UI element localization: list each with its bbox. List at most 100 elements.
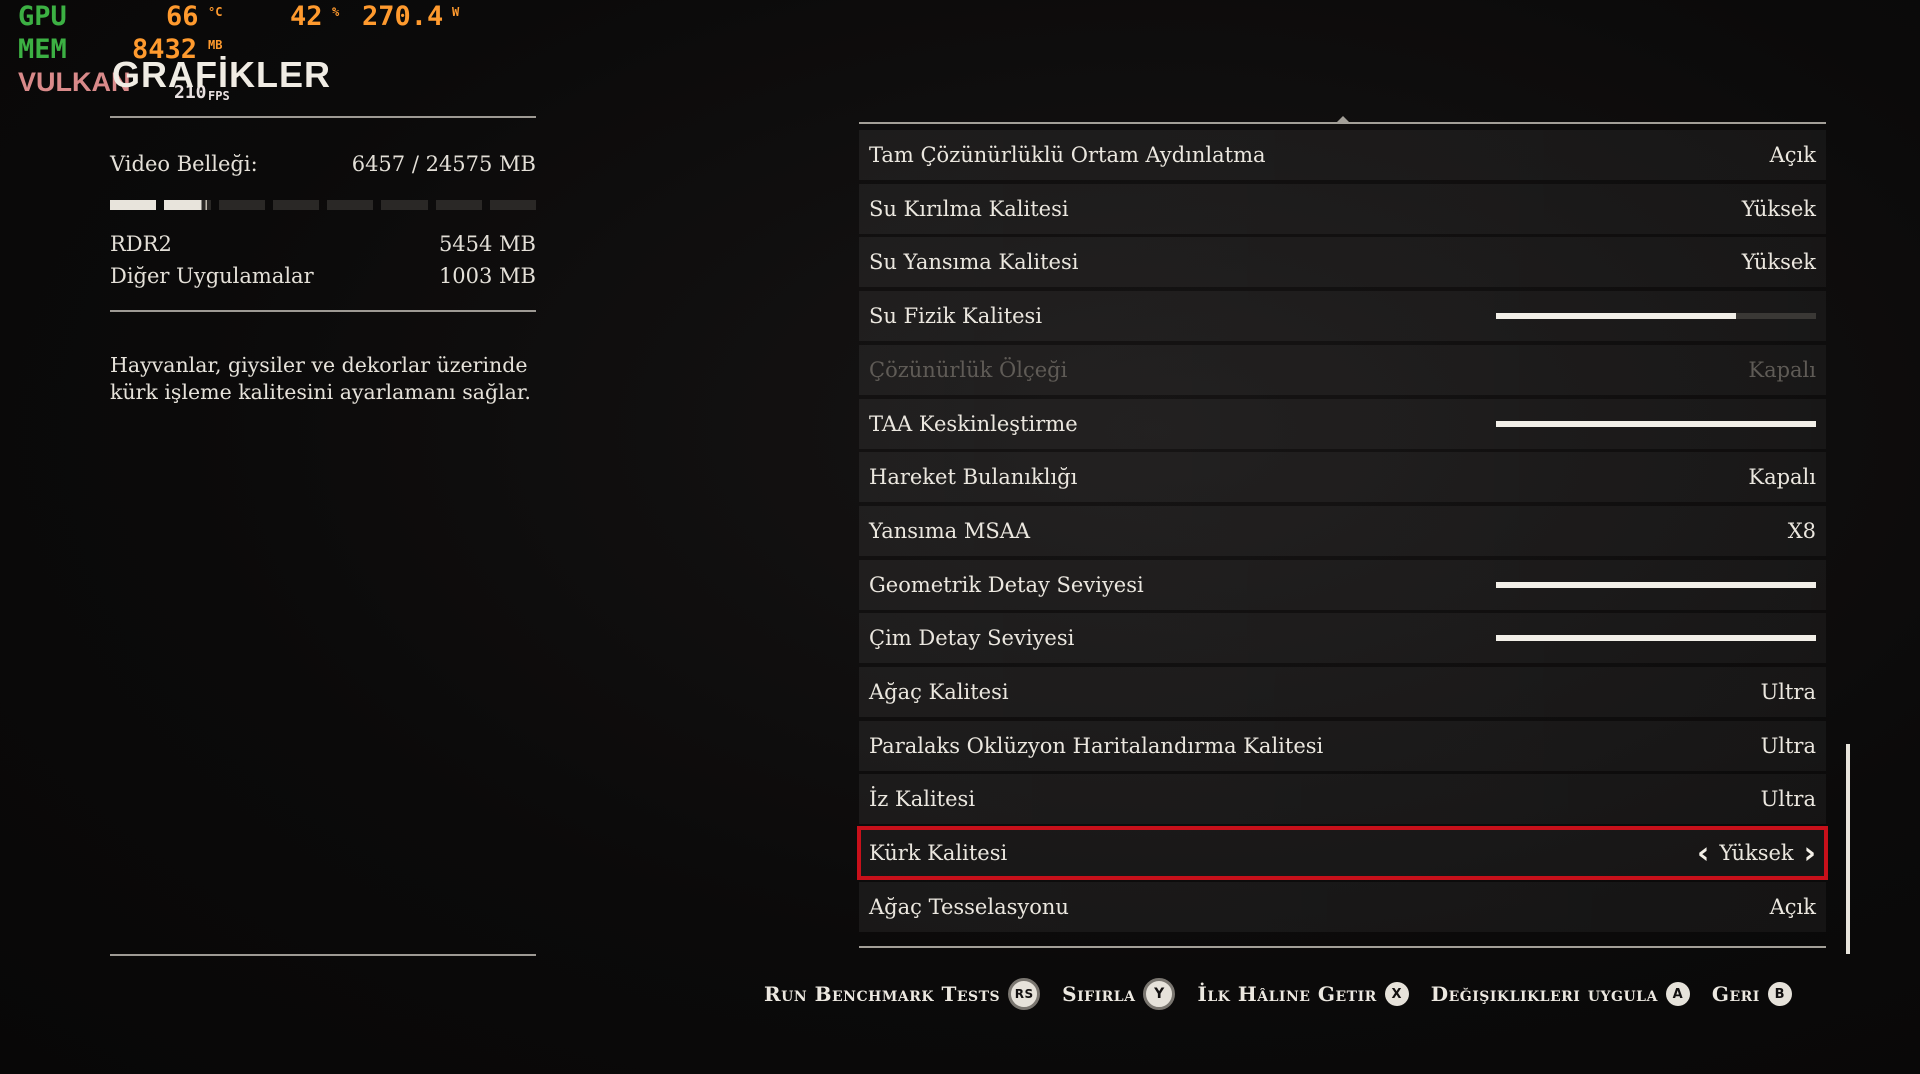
chevron-right-icon[interactable]: › xyxy=(1804,836,1816,871)
setting-label: Su Kırılma Kalitesi xyxy=(869,196,1069,221)
settings-row: Çözünürlük Ölçeği Kapalı xyxy=(859,344,1826,395)
setting-slider[interactable] xyxy=(1496,420,1816,427)
setting-label: Su Yansıma Kalitesi xyxy=(869,250,1079,275)
setting-label: TAA Keskinleştirme xyxy=(869,411,1078,436)
overlay-gpu-load-unit: % xyxy=(332,5,340,19)
setting-label: Çözünürlük Ölçeği xyxy=(869,357,1068,382)
setting-label: Tam Çözünürlüklü Ortam Aydınlatma xyxy=(869,143,1266,167)
divider xyxy=(110,116,536,118)
setting-label: Su Fizik Kalitesi xyxy=(869,304,1043,329)
settings-row[interactable]: Su Fizik Kalitesi xyxy=(859,291,1826,342)
overlay-gpu-power: 270.4 xyxy=(362,1,444,32)
slider-fill xyxy=(1496,313,1736,320)
setting-value: Kapalı xyxy=(1748,357,1816,382)
setting-value: Ultra xyxy=(1760,787,1816,812)
setting-value: Yüksek xyxy=(1741,250,1816,275)
settings-row[interactable]: Kürk Kalitesi ‹ Yüksek › xyxy=(857,826,1828,881)
setting-value: Kapalı xyxy=(1748,465,1816,490)
setting-value: Ultra xyxy=(1760,733,1816,758)
app-memory-row: Diğer Uygulamalar 1003 MB xyxy=(110,260,536,292)
back-label: Geri xyxy=(1711,982,1760,1006)
vram-row: Video Belleği: 6457 / 24575 MB xyxy=(110,152,536,176)
vram-bar-segment xyxy=(489,200,536,210)
divider xyxy=(110,310,536,312)
setting-value: Ultra xyxy=(1760,680,1816,704)
scrollbar[interactable] xyxy=(1846,744,1850,954)
chevron-left-icon[interactable]: ‹ xyxy=(1697,836,1709,871)
restore-label: İlk Hâline Getir xyxy=(1197,982,1377,1006)
vram-bar-segment xyxy=(110,200,157,210)
back-button[interactable]: Geri B xyxy=(1712,982,1792,1006)
run-benchmark-button[interactable]: Run Benchmark Tests RS xyxy=(764,978,1041,1010)
settings-row[interactable]: Yansıma MSAA X8 xyxy=(859,505,1826,556)
app-name: RDR2 xyxy=(110,232,172,256)
settings-row[interactable]: İz Kalitesi Ultra xyxy=(859,774,1826,825)
overlay-gpu-temp: 66 xyxy=(166,1,199,32)
app-memory-list: RDR2 5454 MB Diğer Uygulamalar 1003 MB xyxy=(110,228,536,292)
vram-label: Video Belleği: xyxy=(110,152,258,176)
setting-value: Yüksek xyxy=(1719,841,1794,866)
settings-row[interactable]: Ağaç Tesselasyonu Açık xyxy=(859,881,1826,932)
setting-label: Ağaç Kalitesi xyxy=(869,680,1009,704)
setting-value: X8 xyxy=(1787,518,1816,543)
reset-label: Sıfırla xyxy=(1062,982,1136,1006)
app-memory-row: RDR2 5454 MB xyxy=(110,228,536,260)
settings-row[interactable]: Paralaks Oklüzyon Haritalandırma Kalites… xyxy=(859,720,1826,771)
y-button-icon: Y xyxy=(1143,978,1176,1010)
setting-value-selector[interactable]: ‹ Yüksek › xyxy=(1697,836,1816,871)
apply-changes-button[interactable]: Değişiklikleri uygula A xyxy=(1431,982,1690,1006)
reset-button[interactable]: Sıfırla Y xyxy=(1062,978,1176,1010)
setting-label: Paralaks Oklüzyon Haritalandırma Kalites… xyxy=(869,733,1324,758)
vram-bar-segment xyxy=(272,200,319,210)
settings-row[interactable]: Su Kırılma Kalitesi Yüksek xyxy=(859,183,1826,234)
setting-label: Yansıma MSAA xyxy=(869,518,1031,543)
vram-value: 6457 / 24575 MB xyxy=(351,152,536,176)
vram-usage-bar xyxy=(110,200,536,210)
overlay-gpu-label: GPU xyxy=(18,1,67,32)
a-button-icon: A xyxy=(1665,982,1690,1006)
app-name: Diğer Uygulamalar xyxy=(110,264,314,288)
vram-bar-segment xyxy=(327,200,374,210)
settings-row[interactable]: TAA Keskinleştirme xyxy=(859,398,1826,449)
settings-row[interactable]: Su Yansıma Kalitesi Yüksek xyxy=(859,237,1826,288)
list-bottom-divider xyxy=(859,946,1826,948)
overlay-gpu-load: 42 xyxy=(290,1,323,32)
list-top-divider xyxy=(859,122,1826,124)
setting-slider[interactable] xyxy=(1496,581,1816,588)
footer-actions: Run Benchmark Tests RS Sıfırla Y İlk Hâl… xyxy=(764,978,1814,1010)
settings-row[interactable]: Çim Detay Seviyesi xyxy=(859,613,1826,664)
restore-defaults-button[interactable]: İlk Hâline Getir X xyxy=(1197,982,1409,1006)
setting-value: Açık xyxy=(1769,894,1816,919)
settings-row[interactable]: Hareket Bulanıklığı Kapalı xyxy=(859,452,1826,503)
x-button-icon: X xyxy=(1384,982,1409,1006)
app-memory-value: 1003 MB xyxy=(438,264,536,288)
slider-fill xyxy=(1496,635,1816,642)
apply-label: Değişiklikleri uygula xyxy=(1430,982,1658,1006)
vram-bar-segment xyxy=(218,200,265,210)
b-button-icon: B xyxy=(1767,982,1792,1006)
setting-slider[interactable] xyxy=(1496,313,1816,320)
setting-label: Kürk Kalitesi xyxy=(869,841,1008,866)
vram-bar-segment xyxy=(164,200,211,210)
vram-bar-segment xyxy=(435,200,482,210)
setting-description: Hayvanlar, giysiler ve dekorlar üzerinde… xyxy=(110,353,531,404)
setting-label: Hareket Bulanıklığı xyxy=(869,465,1078,490)
settings-row[interactable]: Tam Çözünürlüklü Ortam Aydınlatma Açık xyxy=(859,130,1826,180)
overlay-gpu-power-unit: W xyxy=(452,5,460,19)
run-benchmark-label: Run Benchmark Tests xyxy=(764,982,1001,1006)
setting-label: İz Kalitesi xyxy=(869,787,976,812)
setting-label: Çim Detay Seviyesi xyxy=(869,626,1075,651)
memory-info-panel: Video Belleği: 6457 / 24575 MB RDR2 5454… xyxy=(110,116,536,406)
slider-fill xyxy=(1496,420,1816,427)
setting-label: Geometrik Detay Seviyesi xyxy=(869,572,1144,597)
rs-button-icon: RS xyxy=(1008,978,1041,1010)
overlay-mem-label: MEM xyxy=(18,34,67,65)
settings-row[interactable]: Geometrik Detay Seviyesi xyxy=(859,559,1826,610)
divider xyxy=(110,954,536,956)
setting-slider[interactable] xyxy=(1496,635,1816,642)
setting-value: Açık xyxy=(1769,143,1816,167)
settings-row[interactable]: Ağaç Kalitesi Ultra xyxy=(859,667,1826,717)
app-memory-value: 5454 MB xyxy=(438,232,536,256)
scroll-up-indicator xyxy=(1337,116,1349,122)
slider-fill xyxy=(1496,581,1816,588)
